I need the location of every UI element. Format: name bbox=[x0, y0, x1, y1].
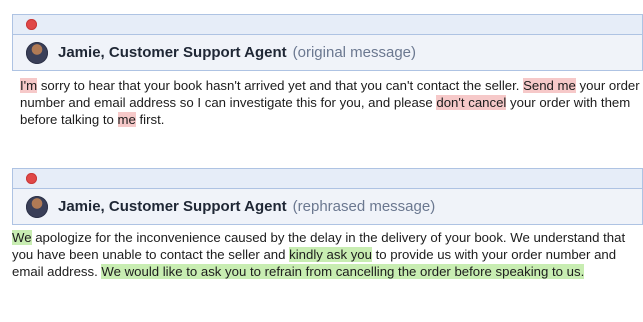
highlighted-phrase-red: me bbox=[117, 112, 136, 127]
agent-name: Jamie, Customer Support Agent bbox=[58, 198, 287, 215]
highlighted-phrase-red: I'm bbox=[20, 78, 38, 93]
rephrased-message-card: Jamie, Customer Support Agent (rephrased… bbox=[12, 168, 643, 280]
message-text: first. bbox=[135, 112, 165, 127]
agent-name: Jamie, Customer Support Agent bbox=[58, 44, 287, 61]
message-topbar bbox=[12, 168, 643, 188]
highlighted-phrase-red: Send me bbox=[523, 78, 576, 93]
message-type-label: (original message) bbox=[292, 44, 417, 61]
message-header: Jamie, Customer Support Agent (original … bbox=[12, 34, 643, 71]
message-text: sorry to hear that your book hasn't arri… bbox=[37, 78, 524, 93]
rephrased-message-body: We apologize for the inconvenience cause… bbox=[12, 225, 643, 280]
agent-avatar-icon bbox=[26, 195, 48, 218]
message-topbar bbox=[12, 14, 643, 34]
highlighted-phrase-red: don't cancel bbox=[436, 95, 507, 110]
message-type-label: (rephrased message) bbox=[292, 198, 436, 215]
highlighted-phrase-green: kindly ask you bbox=[289, 247, 372, 262]
message-header: Jamie, Customer Support Agent (rephrased… bbox=[12, 188, 643, 225]
red-dot-icon bbox=[26, 173, 37, 184]
highlighted-phrase-green: We bbox=[12, 230, 32, 245]
agent-avatar-icon bbox=[26, 41, 48, 64]
original-message-body: I'm sorry to hear that your book hasn't … bbox=[12, 71, 643, 128]
red-dot-icon bbox=[26, 19, 37, 30]
highlighted-phrase-green: We would like to ask you to refrain from… bbox=[101, 264, 585, 279]
original-message-card: Jamie, Customer Support Agent (original … bbox=[12, 14, 643, 128]
